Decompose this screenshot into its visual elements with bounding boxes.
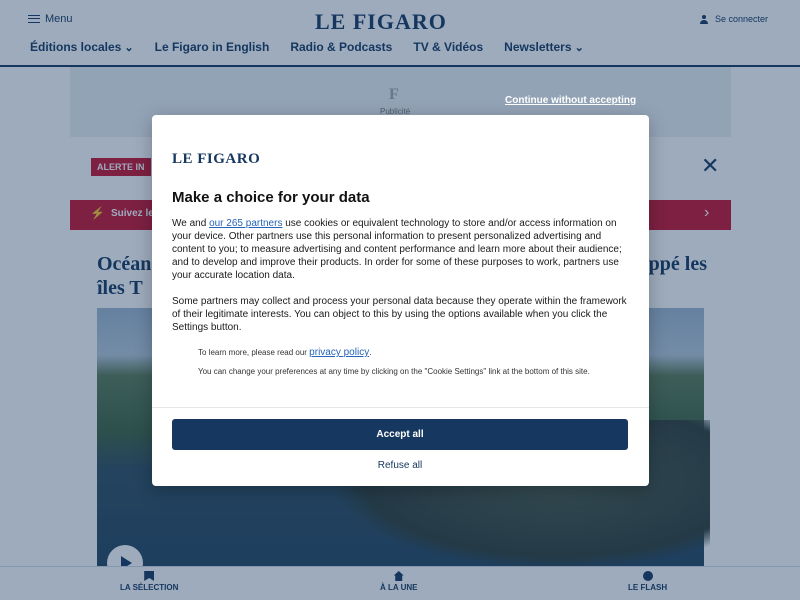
preferences-note: You can change your preferences at any t… [198, 367, 590, 376]
consent-paragraph-2: Some partners may collect and process yo… [172, 296, 627, 333]
consent-dialog: LE FIGARO Make a choice for your data We… [152, 115, 649, 486]
partners-link[interactable]: our 265 partners [209, 218, 282, 229]
modal-divider [152, 407, 649, 408]
privacy-note-text: To learn more, please read our [198, 348, 310, 357]
refuse-all-button[interactable]: Refuse all [172, 455, 628, 477]
privacy-note: To learn more, please read our privacy p… [172, 347, 632, 358]
privacy-policy-link[interactable]: privacy policy [309, 347, 369, 358]
consent-body: We and our 265 partners use cookies or e… [172, 217, 632, 407]
accept-all-button[interactable]: Accept all [172, 419, 628, 450]
consent-text: We and [172, 218, 210, 229]
consent-title: Make a choice for your data [172, 189, 370, 206]
continue-without-accepting-link[interactable]: Continue without accepting [505, 95, 636, 106]
privacy-note-text: . [369, 348, 372, 357]
consent-logo: LE FIGARO [172, 151, 261, 167]
consent-paragraph-1: We and our 265 partners use cookies or e… [172, 217, 632, 282]
